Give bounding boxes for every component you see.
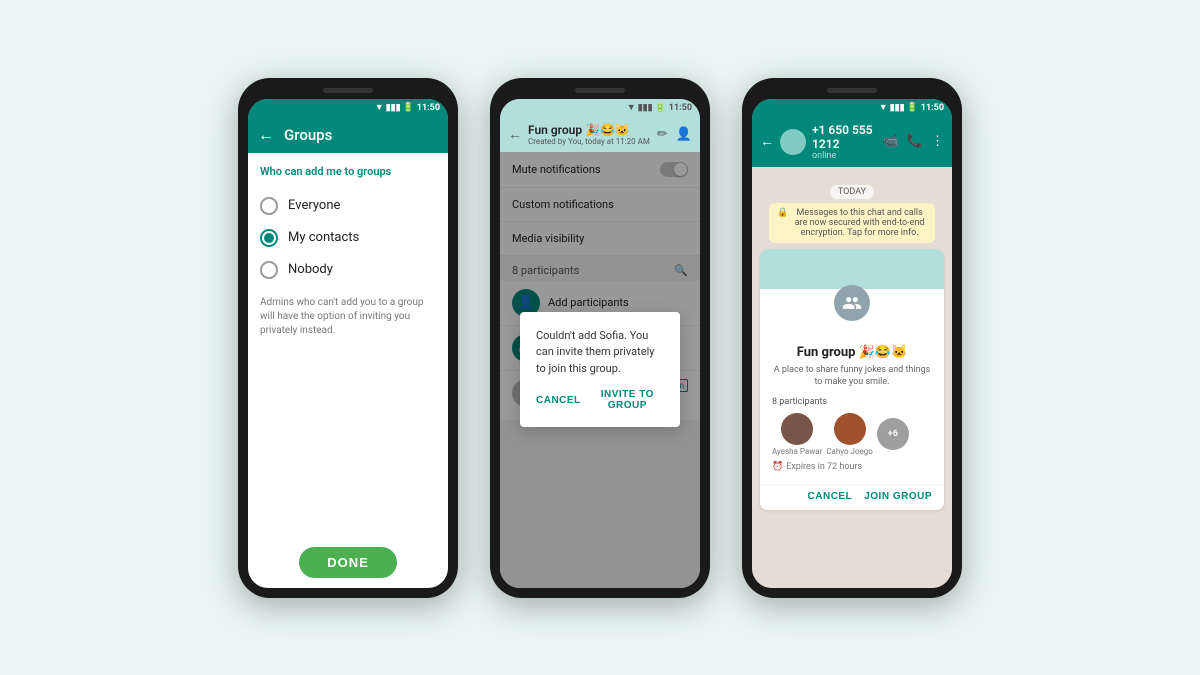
contact-status: online [812, 151, 877, 161]
battery-icon-2: 🔋 [655, 103, 666, 113]
section-title: Who can add me to groups [260, 165, 436, 178]
phone-screen-2: ▼ ▮▮▮ 🔋 11:50 ← Fun group 🎉😂🐱 Created by… [500, 99, 700, 588]
dialog-invite-button[interactable]: INVITE TO GROUP [591, 389, 664, 411]
option-my-contacts-label: My contacts [288, 230, 359, 245]
option-nobody[interactable]: Nobody [260, 254, 436, 286]
status-bar-2: ▼ ▮▮▮ 🔋 11:50 [500, 99, 700, 117]
avatar-cahyo-label: Cahyo Joego [826, 447, 873, 456]
radio-everyone[interactable] [260, 197, 278, 215]
back-button-2[interactable]: ← [508, 126, 522, 143]
join-group-button[interactable]: JOIN GROUP [864, 491, 932, 502]
status-icons-1: ▼ ▮▮▮ 🔋 [375, 102, 414, 113]
today-badge: TODAY [830, 185, 874, 199]
invite-participants-count: 8 participants [772, 397, 932, 407]
lock-icon: 🔒 [777, 208, 788, 218]
wifi-icon-1: ▼ [375, 102, 384, 113]
privacy-note: Admins who can't add you to a group will… [260, 296, 436, 338]
phone-speaker-2 [575, 88, 625, 93]
radio-nobody[interactable] [260, 261, 278, 279]
invite-group-name: Fun group 🎉😂🐱 [772, 345, 932, 360]
avatar-cahyo [834, 413, 866, 445]
signal-icon-2: ▮▮▮ [638, 103, 653, 113]
expire-text: Expires in 72 hours [786, 462, 862, 472]
phone1-header: ← Groups [248, 117, 448, 153]
status-icons-3: ▼ ▮▮▮ 🔋 [879, 102, 918, 113]
dialog-actions: CANCEL INVITE TO GROUP [536, 389, 664, 411]
signal-icon-3: ▮▮▮ [890, 103, 905, 113]
time-3: 11:50 [921, 103, 944, 113]
phone2-body: Mute notifications Custom notifications … [500, 152, 700, 588]
system-message: 🔒 Messages to this chat and calls are no… [769, 203, 935, 243]
option-everyone-label: Everyone [288, 198, 340, 213]
wifi-icon-3: ▼ [879, 102, 888, 113]
status-bar-3: ▼ ▮▮▮ 🔋 11:50 [752, 99, 952, 117]
battery-icon-1: 🔋 [403, 103, 414, 113]
phone-3: ▼ ▮▮▮ 🔋 11:50 ← +1 650 555 1212 online 📹… [742, 78, 962, 598]
battery-icon-3: 🔋 [907, 103, 918, 113]
invite-card-actions: CANCEL JOIN GROUP [760, 484, 944, 510]
avatar-more: +6 [877, 418, 909, 450]
option-my-contacts[interactable]: My contacts [260, 222, 436, 254]
expire-note: ⏰ Expires in 72 hours [772, 462, 932, 472]
contact-name: +1 650 555 1212 [812, 123, 877, 151]
invite-card: Fun group 🎉😂🐱 A place to share funny jok… [760, 249, 944, 510]
radio-my-contacts[interactable] [260, 229, 278, 247]
invite-group-desc: A place to share funny jokes and things … [772, 364, 932, 389]
signal-icon-1: ▮▮▮ [386, 103, 401, 113]
phone-2: ▼ ▮▮▮ 🔋 11:50 ← Fun group 🎉😂🐱 Created by… [490, 78, 710, 598]
group-info-header: Fun group 🎉😂🐱 Created by You, today at 1… [528, 123, 651, 146]
video-call-icon[interactable]: 📹 [883, 134, 899, 149]
dialog-overlay: Couldn't add Sofia. You can invite them … [500, 152, 700, 588]
invite-card-body: Fun group 🎉😂🐱 A place to share funny jok… [760, 321, 944, 484]
invite-cancel-button[interactable]: CANCEL [808, 491, 853, 502]
clock-icon: ⏰ [772, 462, 783, 472]
phone-speaker-3 [827, 88, 877, 93]
phone-screen-1: ▼ ▮▮▮ 🔋 11:50 ← Groups Who can add me to… [248, 99, 448, 588]
header-icons-3: 📹 📞 ⋮ [883, 134, 944, 149]
avatar-ayesha-label: Ayesha Pawar [772, 447, 822, 456]
option-everyone[interactable]: Everyone [260, 190, 436, 222]
invite-avatars: Ayesha Pawar Cahyo Joego +6 [772, 413, 932, 456]
dialog-message: Couldn't add Sofia. You can invite them … [536, 328, 664, 378]
invite-group-icon [834, 285, 870, 321]
group-created: Created by You, today at 11:20 AM [528, 137, 651, 146]
phone2-header: ← Fun group 🎉😂🐱 Created by You, today at… [500, 117, 700, 152]
back-button-3[interactable]: ← [760, 133, 774, 150]
phone-screen-3: ▼ ▮▮▮ 🔋 11:50 ← +1 650 555 1212 online 📹… [752, 99, 952, 588]
radio-inner-selected [264, 233, 274, 243]
system-message-text: Messages to this chat and calls are now … [792, 208, 926, 238]
contact-info: +1 650 555 1212 online [812, 123, 877, 161]
time-2: 11:50 [669, 103, 692, 113]
chat-area: TODAY 🔒 Messages to this chat and calls … [752, 167, 952, 588]
wifi-icon-2: ▼ [627, 102, 636, 113]
invite-icon-wrapper [760, 271, 944, 321]
contact-avatar [780, 129, 806, 155]
phone-1: ▼ ▮▮▮ 🔋 11:50 ← Groups Who can add me to… [238, 78, 458, 598]
phone1-body: Who can add me to groups Everyone My con… [248, 153, 448, 537]
phone3-header: ← +1 650 555 1212 online 📹 📞 ⋮ [752, 117, 952, 167]
time-1: 11:50 [417, 103, 440, 113]
groups-title: Groups [284, 126, 332, 144]
option-nobody-label: Nobody [288, 262, 333, 277]
edit-icon[interactable]: ✏ [657, 127, 668, 142]
voice-call-icon[interactable]: 📞 [907, 134, 923, 149]
header-icons-2: ✏ 👤 [657, 127, 692, 142]
invite-dialog: Couldn't add Sofia. You can invite them … [520, 312, 680, 428]
status-icons-2: ▼ ▮▮▮ 🔋 [627, 102, 666, 113]
today-divider: TODAY [760, 179, 944, 199]
done-button[interactable]: DONE [299, 547, 397, 578]
back-button-1[interactable]: ← [258, 125, 274, 145]
phone-speaker-1 [323, 88, 373, 93]
group-name: Fun group 🎉😂🐱 [528, 123, 651, 137]
add-participant-icon[interactable]: 👤 [676, 127, 692, 142]
avatar-ayesha [781, 413, 813, 445]
more-options-icon[interactable]: ⋮ [931, 134, 944, 149]
dialog-cancel-button[interactable]: CANCEL [536, 389, 581, 411]
avatar-more-count: +6 [888, 429, 898, 439]
status-bar-1: ▼ ▮▮▮ 🔋 11:50 [248, 99, 448, 117]
